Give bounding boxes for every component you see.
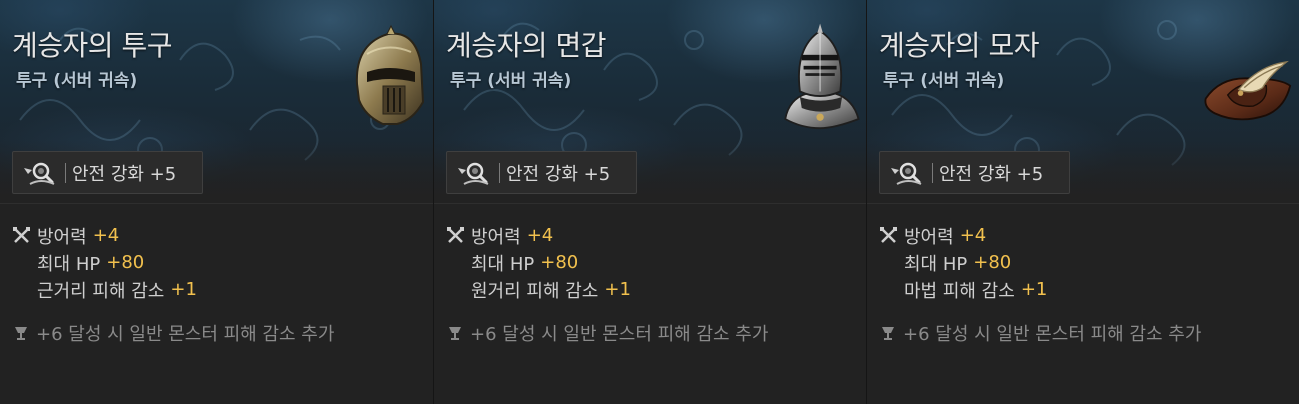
safe-upgrade-label: 안전 강화 +5 [939, 163, 1044, 185]
section-divider [434, 203, 866, 204]
magnifier-search-icon [19, 158, 61, 188]
helmet-icon [355, 24, 425, 125]
upgrade-bonus-text: +6 달성 시 일반 몬스터 피해 감소 추가 [903, 324, 1202, 345]
item-type: 투구 (서버 귀속) [883, 71, 1005, 91]
stat-name: 원거리 피해 감소 [471, 280, 599, 302]
section-divider [0, 203, 433, 204]
upgrade-bonus: +6 달성 시 일반 몬스터 피해 감소 추가 [881, 320, 1201, 346]
crossed-swords-icon [13, 227, 30, 243]
stat-value: +1 [604, 279, 631, 300]
crossed-swords-icon [447, 227, 464, 243]
stat-value: +80 [540, 252, 579, 273]
goblet-icon [449, 327, 461, 340]
stat-name: 방어력 [471, 226, 521, 248]
stat-value: +1 [170, 279, 197, 300]
item-card-list: 계승자의 투구 투구 (서버 귀속) 안전 강화 +5 방어력 +4 최대 HP… [0, 0, 1299, 404]
stat-row-defense: 방어력 +4 [879, 222, 1289, 249]
stat-name: 근거리 피해 감소 [37, 280, 165, 302]
stat-list: 방어력 +4 최대 HP +80 근거리 피해 감소 +1 [12, 222, 422, 303]
separator [65, 162, 66, 183]
stat-name: 마법 피해 감소 [904, 280, 1015, 302]
item-card-visor[interactable]: 계승자의 면갑 투구 (서버 귀속) 안전 강화 +5 방어력 +4 최대 HP… [433, 0, 866, 404]
safe-upgrade-label: 안전 강화 +5 [72, 163, 177, 185]
safe-upgrade-badge[interactable]: 안전 강화 +5 [12, 151, 203, 194]
safe-upgrade-badge[interactable]: 안전 강화 +5 [446, 151, 637, 194]
stat-row-damage-reduction: 원거리 피해 감소 +1 [446, 276, 856, 303]
item-card-hat[interactable]: 계승자의 모자 투구 (서버 귀속) 안전 강화 +5 방어력 +4 최대 HP… [866, 0, 1299, 404]
feathered-hat-icon [1204, 60, 1292, 121]
stat-row-max-hp: 최대 HP +80 [446, 249, 856, 276]
stat-name: 방어력 [904, 226, 954, 248]
stat-name: 최대 HP [471, 253, 535, 275]
section-divider [867, 203, 1299, 204]
stat-row-damage-reduction: 근거리 피해 감소 +1 [12, 276, 422, 303]
upgrade-bonus-text: +6 달성 시 일반 몬스터 피해 감소 추가 [470, 324, 769, 345]
upgrade-bonus: +6 달성 시 일반 몬스터 피해 감소 추가 [14, 320, 334, 346]
stat-name: 최대 HP [37, 253, 101, 275]
item-title: 계승자의 면갑 [446, 29, 606, 62]
stat-value: +80 [106, 252, 145, 273]
item-type: 투구 (서버 귀속) [450, 71, 572, 91]
goblet-icon [882, 327, 894, 340]
stat-list: 방어력 +4 최대 HP +80 마법 피해 감소 +1 [879, 222, 1289, 303]
stat-value: +80 [973, 252, 1012, 273]
visor-helm-icon [784, 23, 860, 130]
item-title: 계승자의 투구 [12, 29, 172, 62]
stat-row-damage-reduction: 마법 피해 감소 +1 [879, 276, 1289, 303]
stat-value: +4 [92, 225, 120, 246]
goblet-icon [15, 327, 27, 340]
item-title: 계승자의 모자 [879, 29, 1039, 62]
upgrade-bonus-text: +6 달성 시 일반 몬스터 피해 감소 추가 [36, 324, 335, 345]
separator [932, 162, 933, 183]
stat-name: 방어력 [37, 226, 87, 248]
magnifier-search-icon [453, 158, 495, 188]
crossed-swords-icon [880, 227, 897, 243]
stat-value: +1 [1020, 279, 1048, 300]
stat-row-defense: 방어력 +4 [446, 222, 856, 249]
stat-row-max-hp: 최대 HP +80 [879, 249, 1289, 276]
safe-upgrade-label: 안전 강화 +5 [506, 163, 611, 185]
item-type: 투구 (서버 귀속) [16, 71, 138, 91]
safe-upgrade-badge[interactable]: 안전 강화 +5 [879, 151, 1070, 194]
stat-value: +4 [959, 225, 987, 246]
stat-row-defense: 방어력 +4 [12, 222, 422, 249]
upgrade-bonus: +6 달성 시 일반 몬스터 피해 감소 추가 [448, 320, 768, 346]
item-card-helmet[interactable]: 계승자의 투구 투구 (서버 귀속) 안전 강화 +5 방어력 +4 최대 HP… [0, 0, 433, 404]
stat-value: +4 [526, 225, 554, 246]
stat-list: 방어력 +4 최대 HP +80 원거리 피해 감소 +1 [446, 222, 856, 303]
stat-name: 최대 HP [904, 253, 968, 275]
magnifier-search-icon [886, 158, 928, 188]
stat-row-max-hp: 최대 HP +80 [12, 249, 422, 276]
separator [499, 162, 500, 183]
